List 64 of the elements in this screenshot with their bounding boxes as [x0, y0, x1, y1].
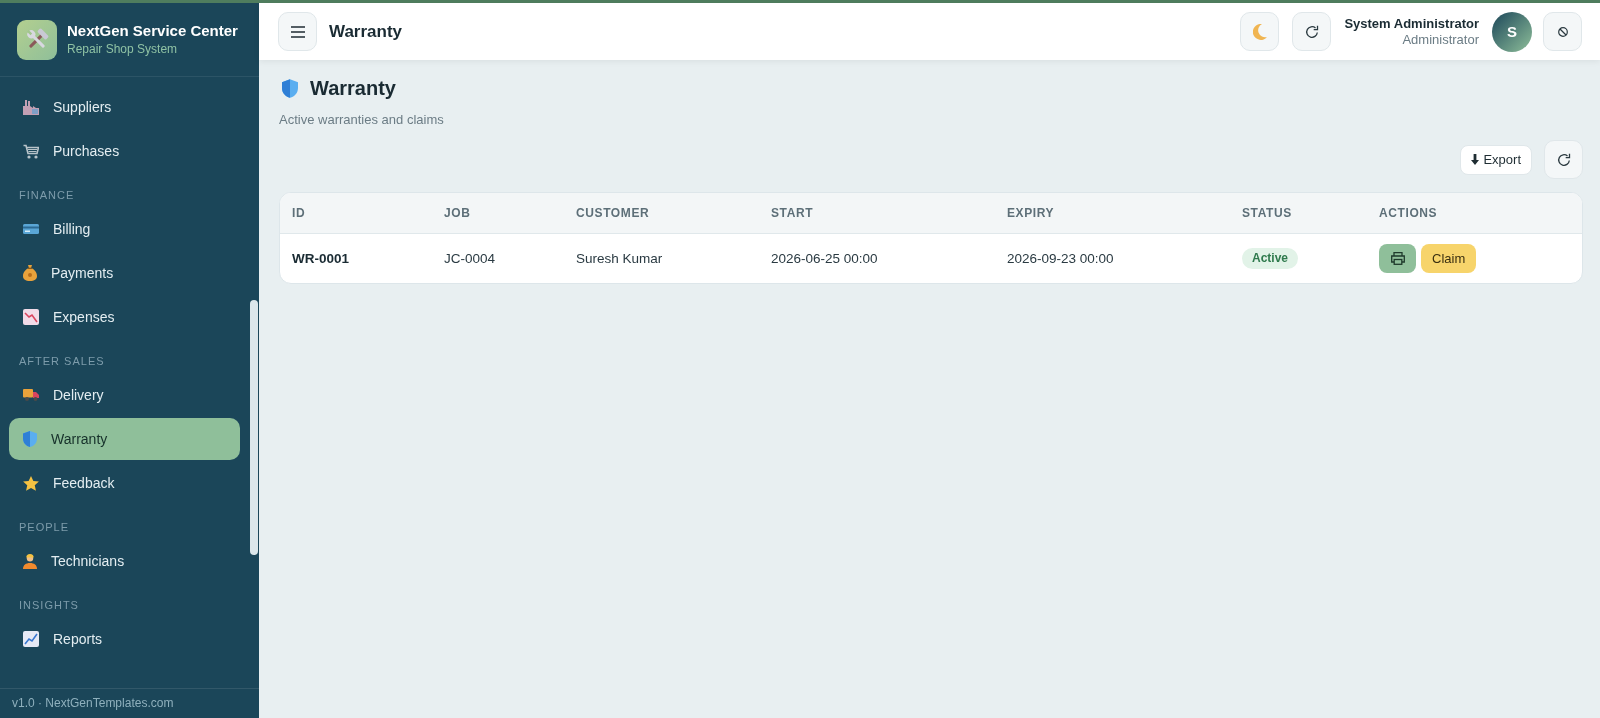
worker-icon: [23, 553, 37, 569]
sidebar-item[interactable]: Expenses: [9, 296, 240, 338]
user-avatar[interactable]: S: [1492, 11, 1532, 52]
factory-icon: [23, 99, 39, 115]
export-button[interactable]: Export: [1460, 144, 1532, 175]
nav-section-label: INSIGHTS: [18, 598, 80, 613]
print-button[interactable]: [1379, 244, 1416, 273]
printer-icon: [1390, 252, 1405, 265]
table-cell-text: WR-0001: [291, 250, 351, 268]
brand-subtitle: Repair Shop System: [67, 42, 179, 57]
shield-icon: [282, 78, 298, 98]
moon-icon: [1252, 23, 1267, 40]
table-cell-text: 2026-09-23 00:00: [1006, 250, 1115, 268]
brand-title: NextGen Service Center: [67, 22, 238, 40]
sidebar-footer-text: v1.0 · NextGenTemplates.com: [0, 688, 259, 718]
menu-icon: [290, 25, 305, 38]
sidebar-item[interactable]: Delivery: [9, 374, 240, 416]
user-role: Administrator: [1401, 31, 1479, 48]
top-bar-title: Warranty: [329, 21, 403, 42]
cart-icon: [23, 143, 39, 159]
chart-down-icon: [23, 309, 39, 325]
sidebar-item[interactable]: Payments: [9, 252, 240, 294]
nav-section-label: PEOPLE: [18, 520, 71, 535]
logout-button[interactable]: [1543, 12, 1582, 51]
column-header: EXPIRY: [1006, 205, 1056, 222]
refresh-button[interactable]: [1544, 140, 1583, 179]
sidebar-item[interactable]: Reports: [9, 618, 240, 660]
menu-button[interactable]: [278, 12, 317, 51]
page-subtitle: Active warranties and claims: [279, 111, 445, 129]
sidebar-item[interactable]: Technicians: [9, 540, 240, 582]
claim-button[interactable]: Claim: [1421, 244, 1477, 273]
table-cell-text: Suresh Kumar: [575, 250, 664, 268]
column-header: CUSTOMER: [575, 205, 651, 222]
nav-section-label: AFTER SALES: [18, 354, 106, 369]
column-header: JOB: [443, 205, 472, 222]
scrollbar[interactable]: [250, 300, 258, 555]
page-title: Warranty: [310, 76, 396, 100]
credit-card-icon: [23, 224, 39, 234]
circle-slash-icon: [1557, 26, 1568, 37]
nav-section-label: FINANCE: [18, 188, 76, 203]
refresh-button[interactable]: [1292, 12, 1332, 51]
shield-icon: [23, 431, 37, 447]
user-name: System Administrator: [1344, 15, 1479, 32]
down-arrow-icon: [1471, 154, 1480, 165]
sidebar-item[interactable]: Purchases: [9, 130, 240, 172]
tools-logo-icon: [17, 19, 57, 60]
refresh-icon: [1556, 152, 1571, 167]
truck-icon: [23, 389, 39, 401]
money-bag-icon: [23, 265, 37, 281]
chart-up-icon: [23, 631, 39, 647]
column-header: ID: [291, 205, 307, 222]
table-cell-text: JC-0004: [443, 250, 497, 268]
refresh-icon: [1304, 24, 1319, 39]
sidebar-item[interactable]: Feedback: [9, 462, 240, 504]
column-header: START: [770, 205, 815, 222]
status-badge: Active: [1242, 248, 1299, 269]
table-cell-text: 2026-06-25 00:00: [770, 250, 879, 268]
column-header: STATUS: [1241, 205, 1293, 222]
column-header: ACTIONS: [1378, 205, 1439, 222]
theme-toggle-button[interactable]: [1240, 12, 1280, 51]
star-icon: [23, 475, 39, 491]
sidebar-item[interactable]: Suppliers: [9, 86, 240, 128]
sidebar-item[interactable]: Billing: [9, 208, 240, 250]
sidebar-item[interactable]: Warranty: [9, 418, 240, 460]
